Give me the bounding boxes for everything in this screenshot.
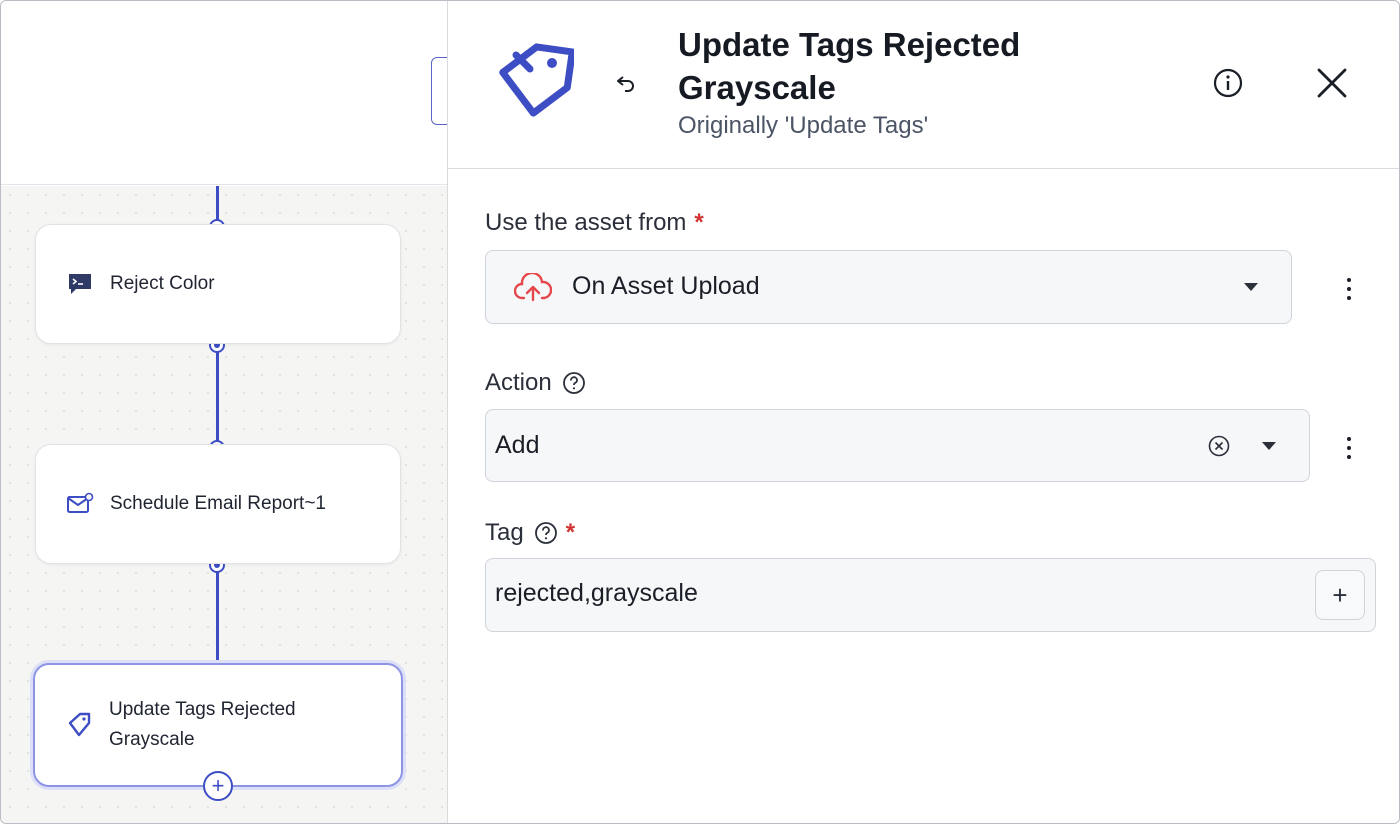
asset-field-label: Use the asset from * [485, 209, 704, 237]
workflow-node-schedule-email[interactable]: Schedule Email Report~1 [35, 444, 401, 564]
email-schedule-icon [66, 490, 94, 518]
panel-header: Update Tags Rejected Grayscale Originall… [448, 1, 1399, 169]
tag-input-box[interactable]: rejected,grayscale + [485, 558, 1376, 632]
tag-input[interactable]: rejected,grayscale [495, 579, 698, 608]
panel-title: Update Tags Rejected Grayscale [678, 26, 1021, 106]
workflow-node-reject-color[interactable]: Reject Color [35, 224, 401, 344]
connector-wire [216, 346, 219, 446]
close-icon[interactable] [1314, 65, 1350, 101]
chevron-down-icon[interactable] [1262, 442, 1276, 450]
undo-icon[interactable] [614, 71, 638, 95]
workflow-canvas[interactable]: Reject Color Schedule Email Report~1 Upd… [1, 186, 447, 823]
asset-source-value: On Asset Upload [572, 272, 760, 300]
clear-icon[interactable] [1208, 435, 1230, 457]
help-icon[interactable] [562, 371, 586, 395]
tag-icon [65, 711, 93, 739]
canvas-toolbar-area [1, 1, 461, 185]
panel-subtitle: Originally 'Update Tags' [678, 112, 929, 139]
action-field-label: Action [485, 369, 586, 397]
action-select[interactable]: Add [485, 409, 1310, 482]
tag-icon [499, 43, 574, 117]
add-tag-button[interactable]: + [1315, 570, 1365, 620]
tag-field-label: Tag * [485, 519, 575, 547]
workflow-node-update-tags[interactable]: Update Tags Rejected Grayscale [33, 663, 403, 787]
info-icon[interactable] [1212, 67, 1244, 99]
terminal-icon [66, 270, 94, 298]
help-icon[interactable] [534, 521, 558, 545]
asset-more-options-icon[interactable] [1345, 278, 1353, 306]
asset-label-text: Use the asset from [485, 209, 687, 236]
action-label-text: Action [485, 369, 552, 396]
node-label: Update Tags Rejected Grayscale [109, 699, 296, 750]
cloud-upload-icon [514, 273, 552, 302]
required-marker: * [694, 209, 704, 236]
node-label: Reject Color [110, 273, 215, 294]
action-value: Add [495, 431, 540, 459]
chevron-down-icon[interactable] [1244, 283, 1258, 291]
required-marker: * [565, 519, 576, 546]
add-step-button[interactable]: + [203, 771, 233, 801]
action-more-options-icon[interactable] [1345, 437, 1353, 465]
node-label: Schedule Email Report~1 [110, 493, 326, 514]
tag-label-text: Tag [485, 519, 524, 546]
app-window: Reject Color Schedule Email Report~1 Upd… [0, 0, 1400, 824]
properties-panel: Update Tags Rejected Grayscale Originall… [447, 1, 1399, 823]
asset-source-select[interactable]: On Asset Upload [485, 250, 1292, 324]
connector-wire [216, 566, 219, 668]
